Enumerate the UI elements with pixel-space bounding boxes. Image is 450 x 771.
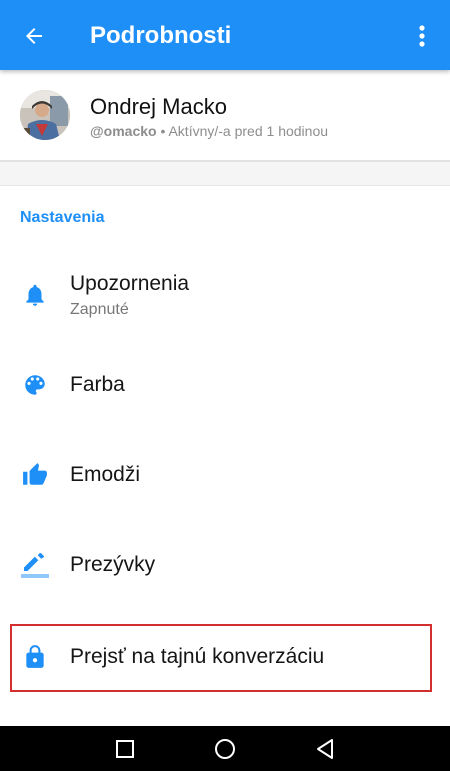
app-bar: Podrobnosti — [0, 0, 450, 70]
profile-status: • Aktívny/-a pred 1 hodinou — [156, 123, 329, 139]
avatar-photo — [20, 90, 70, 140]
recents-button[interactable] — [112, 736, 138, 762]
home-button[interactable] — [212, 736, 238, 762]
profile-name: Ondrej Macko — [90, 94, 227, 119]
settings-item-notifications[interactable]: Upozornenia Zapnuté — [0, 250, 450, 340]
back-nav-button[interactable] — [312, 736, 338, 762]
profile-subtitle: @omacko • Aktívny/-a pred 1 hodinou — [90, 123, 328, 139]
avatar[interactable] — [20, 90, 70, 140]
recents-square-icon — [116, 740, 134, 758]
more-options-button[interactable] — [404, 16, 440, 56]
palette-icon — [20, 370, 50, 400]
settings-item-label: Farba — [70, 373, 125, 396]
profile-handle: @omacko — [90, 123, 157, 139]
back-button[interactable] — [14, 16, 54, 56]
highlight-box — [10, 624, 432, 692]
settings-item-label: Upozornenia — [70, 272, 190, 295]
settings-item-nicknames[interactable]: Prezývky — [0, 520, 450, 610]
section-divider — [0, 162, 450, 186]
arrow-back-icon — [26, 28, 42, 44]
section-header-settings: Nastavenia — [20, 209, 105, 226]
details-screen: Podrobnosti Ondrej Macko @omacko • Aktív… — [0, 0, 450, 771]
profile-header[interactable]: Ondrej Macko @omacko • Aktívny/-a pred 1… — [0, 70, 450, 162]
settings-item-sublabel: Zapnuté — [70, 301, 129, 318]
home-circle-icon — [215, 739, 235, 759]
more-vert-icon — [419, 25, 425, 47]
page-title: Podrobnosti — [90, 22, 232, 49]
system-nav-bar — [0, 726, 450, 771]
settings-item-label: Prezývky — [70, 553, 156, 576]
settings-item-color[interactable]: Farba — [0, 340, 450, 430]
bell-icon — [20, 280, 50, 310]
pencil-icon — [20, 548, 50, 578]
thumbs-up-icon — [20, 460, 50, 490]
back-triangle-icon — [317, 739, 333, 759]
settings-item-emoji[interactable]: Emodži — [0, 430, 450, 520]
settings-item-label: Emodži — [70, 463, 141, 486]
